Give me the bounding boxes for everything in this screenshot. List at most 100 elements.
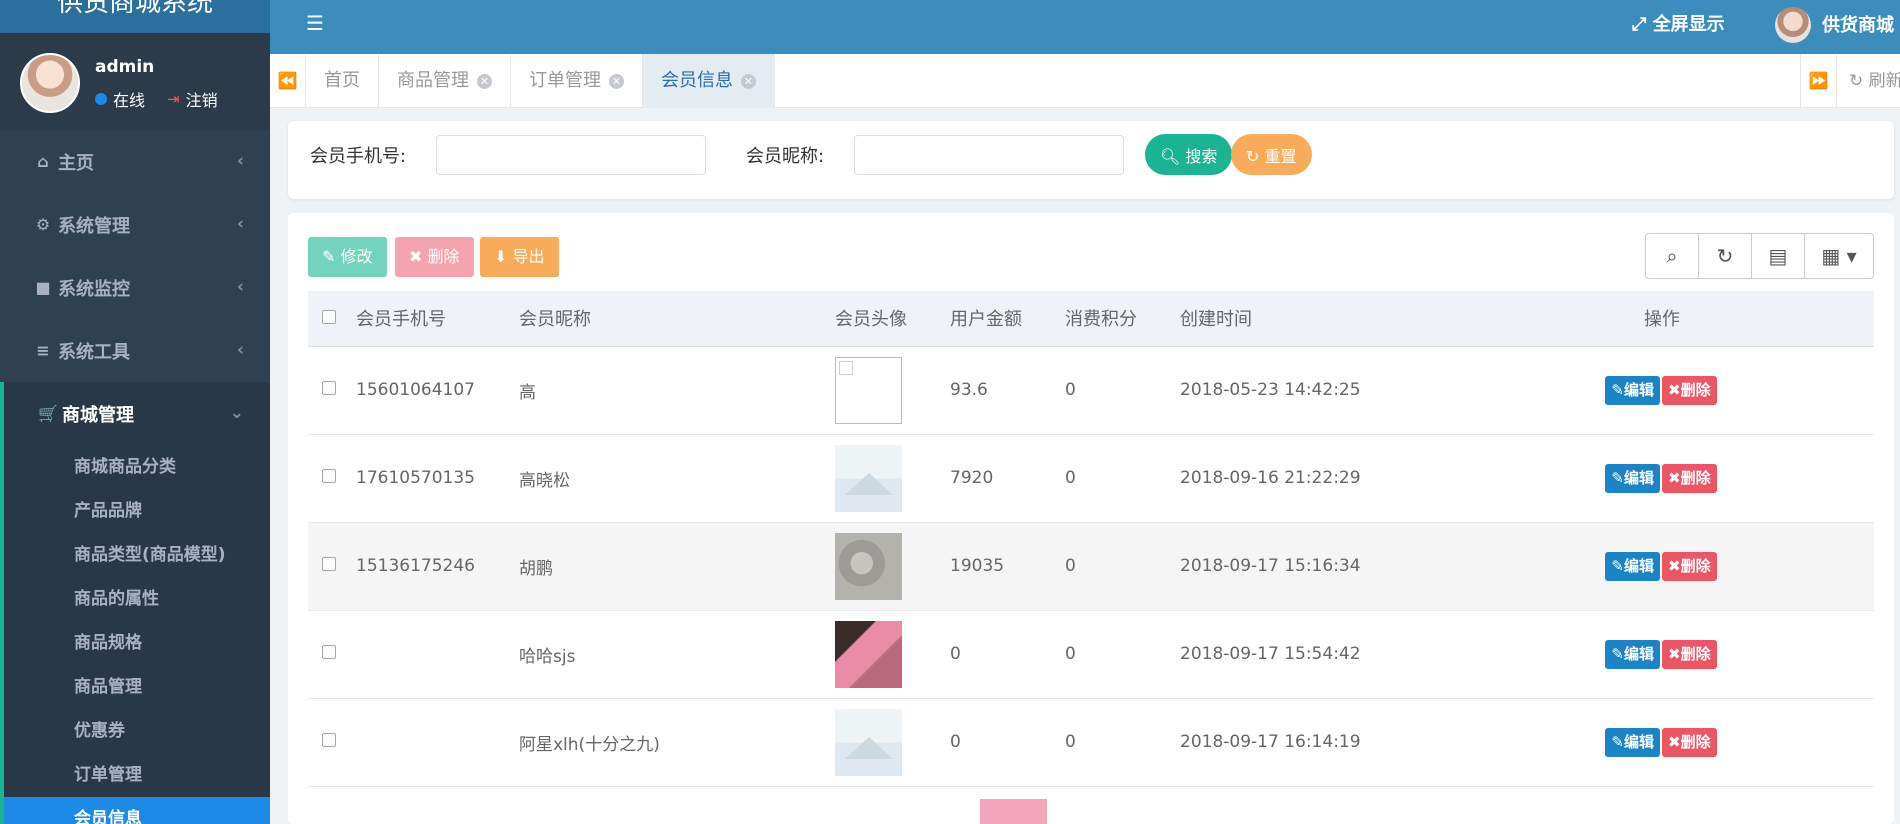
table-row[interactable]: 15136175246 胡鹏 19035 0 2018-09-17 15:16:34 ✎编… <box>308 522 1874 610</box>
sidebar: 供货商城系统 admin 在线 ⇥ 注销 ⌂ 主页 ‹ ⚙ 系统管理 ‹ ■ 系统监控 ‹ ≡ 系统… <box>0 0 270 824</box>
refresh-icon: ↻ <box>1849 71 1864 91</box>
tabs-bar: ⏪ 首页 商品管理 ✕ 订单管理 ✕ 会员信息 ✕ ⏩ ↻ 刷新 <box>270 54 1900 108</box>
delete-icon: ✖ <box>1668 380 1681 399</box>
tab-label: 订单管理 <box>529 70 601 91</box>
row-checkbox[interactable] <box>322 733 336 747</box>
cell-amount: 7920 <box>950 468 994 488</box>
delete-button[interactable]: ✖ 删除 <box>395 237 474 277</box>
nickname-label: 会员昵称: <box>746 146 825 167</box>
table-toolbar: ⌕ ↻ ▤ ▦ ▾ <box>1645 233 1874 279</box>
reset-button[interactable]: ↻ 重置 <box>1231 134 1312 175</box>
tab-scroll-left-icon[interactable]: ⏪ <box>270 54 306 108</box>
sidebar-item-label: 商城管理 <box>62 404 134 426</box>
cell-points: 0 <box>1065 732 1076 752</box>
table-row[interactable]: 15601064107 高 93.6 0 2018-05-23 14:42:25 ✎编辑 ✖… <box>308 346 1874 434</box>
sidebar-item[interactable]: ≡ 系统工具 ‹ <box>0 319 270 382</box>
columns-icon[interactable]: ▦ ▾ <box>1805 234 1873 278</box>
row-checkbox[interactable] <box>322 645 336 659</box>
sidebar-subitem[interactable]: 商品规格 <box>4 621 270 665</box>
logout-icon[interactable]: ⇥ <box>167 90 180 108</box>
sidebar-subitem[interactable]: 商城商品分类 <box>4 445 270 489</box>
table-row[interactable]: 哈哈sjs 0 0 2018-09-17 15:54:42 ✎编辑 ✖删除 <box>308 610 1874 698</box>
col-header: 操作 <box>1450 291 1874 347</box>
tab-scroll-right-icon[interactable]: ⏩ <box>1800 54 1836 108</box>
row-delete-button[interactable]: ✖删除 <box>1662 727 1717 757</box>
row-delete-button[interactable]: ✖删除 <box>1662 463 1717 493</box>
sidebar-subitem[interactable]: 商品管理 <box>4 665 270 709</box>
tab[interactable]: 会员信息 ✕ <box>643 54 775 108</box>
tab[interactable]: 订单管理 ✕ <box>511 54 643 108</box>
row-delete-button[interactable]: ✖删除 <box>1662 375 1717 405</box>
user-status: 在线 ⇥ 注销 <box>95 87 218 111</box>
sidebar-item[interactable]: ⌂ 主页 ‹ <box>0 130 270 193</box>
phone-input[interactable] <box>436 135 706 175</box>
nickname-input[interactable] <box>854 135 1124 175</box>
cell-points: 0 <box>1065 556 1076 576</box>
row-checkbox[interactable] <box>322 381 336 395</box>
refresh-icon[interactable]: ↻ <box>1699 234 1752 278</box>
sidebar-subitem[interactable]: 订单管理 <box>4 753 270 797</box>
close-icon[interactable]: ✕ <box>741 73 756 89</box>
member-table: 会员手机号 会员昵称 会员头像 用户金额 消费积分 创建时间 操作 156010… <box>308 291 1874 787</box>
sidebar-subitem[interactable]: 优惠券 <box>4 709 270 753</box>
close-icon[interactable]: ✕ <box>477 73 492 89</box>
sidebar-subitem[interactable]: 产品品牌 <box>4 489 270 533</box>
sidebar-subitem[interactable]: 商品类型(商品模型) <box>4 533 270 577</box>
delete-icon: ✖ <box>1668 644 1681 663</box>
row-edit-button[interactable]: ✎编辑 <box>1605 727 1660 757</box>
search-button[interactable]: 🔍︎ 搜索 <box>1145 134 1233 175</box>
tab-label: 商品管理 <box>397 70 469 91</box>
delete-icon: ✖ <box>1668 556 1681 575</box>
tab[interactable]: 首页 <box>306 54 379 108</box>
online-label: 在线 <box>113 91 146 110</box>
edit-icon: ✎ <box>1611 644 1624 663</box>
menu-toggle-icon[interactable]: ☰ <box>306 11 324 35</box>
row-edit-button[interactable]: ✎编辑 <box>1605 639 1660 669</box>
row-edit-button[interactable]: ✎编辑 <box>1605 551 1660 581</box>
tab[interactable]: 商品管理 ✕ <box>379 54 511 108</box>
sidebar-item[interactable]: ⚙ 系统管理 ‹ <box>0 193 270 256</box>
sidebar-item-label: 系统工具 <box>58 341 130 363</box>
cell-phone: 17610570135 <box>356 468 475 488</box>
col-header: 消费积分 <box>1065 291 1180 347</box>
fullscreen-button[interactable]: ⤢ 全屏显示 <box>1632 10 1725 36</box>
edit-icon: ✎ <box>1611 468 1624 487</box>
user-menu[interactable]: 供货商城 <box>1822 11 1894 37</box>
search-toggle-icon[interactable]: ⌕ <box>1646 234 1699 278</box>
table-row[interactable]: 阿星xlh(十分之九) 0 0 2018-09-17 16:14:19 ✎编辑 ✖删除 <box>308 698 1874 786</box>
table-row[interactable]: 17610570135 高晓松 7920 0 2018-09-16 21:22:29 ✎编… <box>308 434 1874 522</box>
phone-label: 会员手机号: <box>310 146 407 167</box>
cell-amount: 0 <box>950 644 961 664</box>
sidebar-subitem[interactable]: 会员信息 <box>4 797 270 824</box>
row-checkbox[interactable] <box>322 469 336 483</box>
export-button[interactable]: ⬇ 导出 <box>480 237 559 277</box>
chevron-left-icon: ‹ <box>236 277 244 297</box>
row-edit-button[interactable]: ✎编辑 <box>1605 375 1660 405</box>
cell-phone: 15601064107 <box>356 380 475 400</box>
sidebar-item[interactable]: 🛒 商城管理 ⌄ <box>0 382 270 445</box>
user-avatar[interactable] <box>1775 7 1811 43</box>
edit-icon: ✎ <box>1611 732 1624 751</box>
sidebar-item-label: 主页 <box>58 152 94 174</box>
cell-points: 0 <box>1065 644 1076 664</box>
row-checkbox[interactable] <box>322 557 336 571</box>
row-edit-button[interactable]: ✎编辑 <box>1605 463 1660 493</box>
cell-nickname: 哈哈sjs <box>519 646 576 667</box>
row-delete-button[interactable]: ✖删除 <box>1662 639 1717 669</box>
cell-created: 2018-09-17 15:54:42 <box>1180 644 1361 664</box>
search-icon: 🔍︎ <box>1160 146 1181 166</box>
close-icon[interactable]: ✕ <box>609 73 624 89</box>
refresh-tab-button[interactable]: ↻ 刷新 <box>1836 54 1900 108</box>
sidebar-item[interactable]: ■ 系统监控 ‹ <box>0 256 270 319</box>
sidebar-subitem[interactable]: 商品的属性 <box>4 577 270 621</box>
edit-button[interactable]: ✎ 修改 <box>308 237 387 277</box>
card-view-icon[interactable]: ▤ <box>1752 234 1805 278</box>
select-all-checkbox[interactable] <box>322 309 336 324</box>
cell-created: 2018-09-17 16:14:19 <box>1180 732 1361 752</box>
row-delete-button[interactable]: ✖删除 <box>1662 551 1717 581</box>
edit-icon: ✎ <box>322 247 336 266</box>
logout-link[interactable]: 注销 <box>186 87 218 111</box>
chevron-left-icon: ‹ <box>236 151 244 171</box>
avatar[interactable] <box>20 53 80 113</box>
sidebar-item-label: 系统管理 <box>58 215 130 237</box>
